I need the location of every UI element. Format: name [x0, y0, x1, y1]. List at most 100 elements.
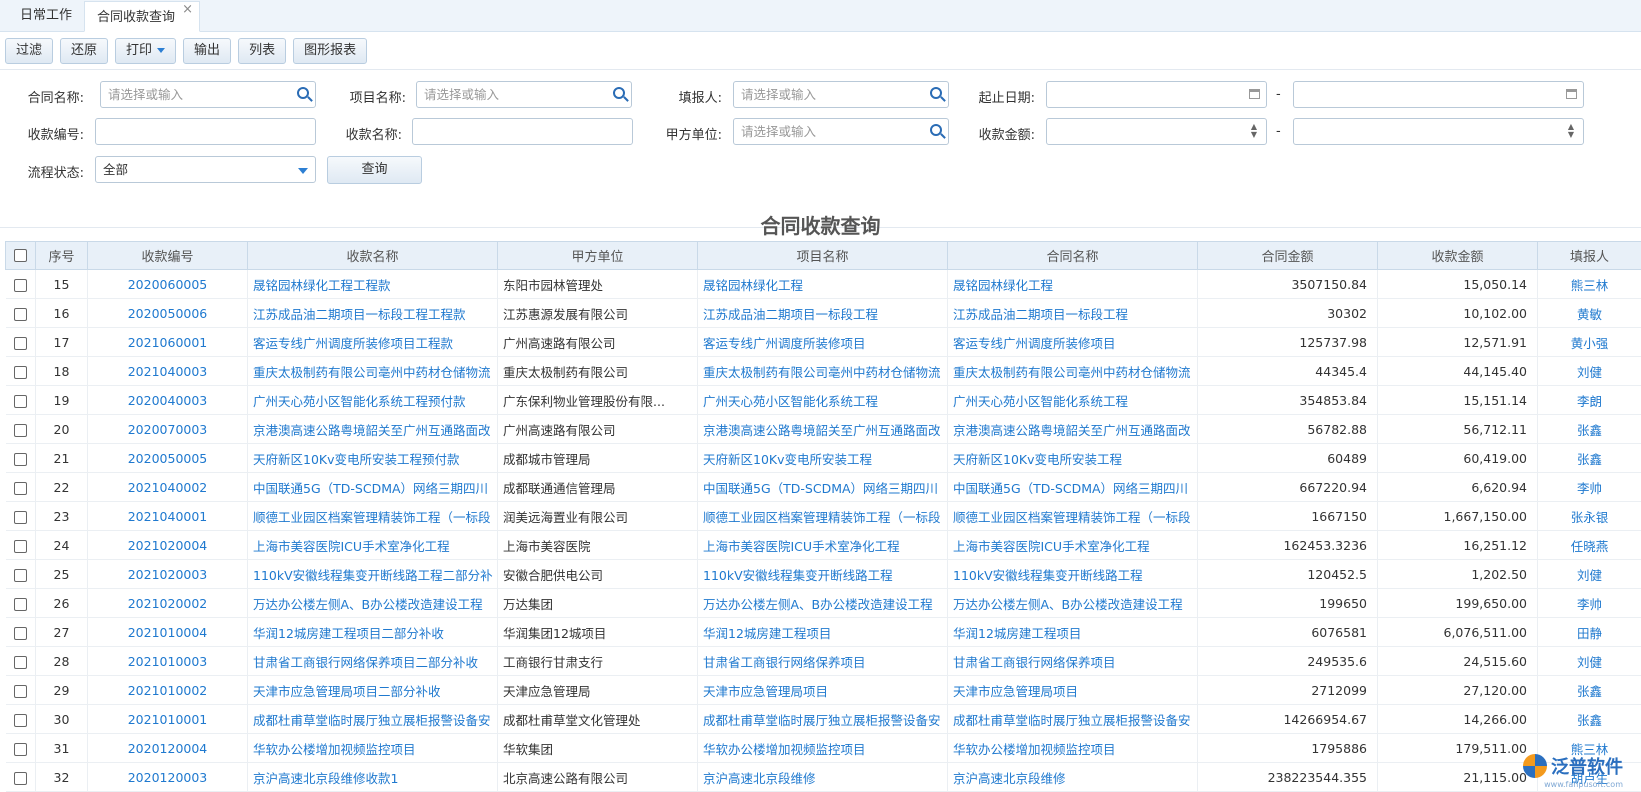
cell-link[interactable]: 华软办公楼增加视频监控项目: [953, 742, 1116, 757]
cell-link[interactable]: 李帅: [1577, 481, 1602, 496]
cell-link[interactable]: 晟铭园林绿化工程: [703, 278, 803, 293]
row-select-cell[interactable]: [6, 357, 36, 386]
column-header[interactable]: 填报人: [1538, 242, 1641, 270]
cell-no[interactable]: 2021010001: [88, 705, 248, 734]
row-select-cell[interactable]: [6, 502, 36, 531]
cell-reporter[interactable]: 李帅: [1538, 473, 1641, 502]
cell-link[interactable]: 重庆太极制药有限公司亳州中药材仓储物流: [703, 365, 941, 380]
cell-link[interactable]: 熊三林: [1571, 278, 1609, 293]
column-header[interactable]: 合同金额: [1198, 242, 1378, 270]
row-checkbox[interactable]: [14, 743, 27, 756]
cell-no[interactable]: 2021040003: [88, 357, 248, 386]
row-select-cell[interactable]: [6, 328, 36, 357]
tab-contract-receipt-query[interactable]: 合同收款查询 ×: [84, 1, 200, 32]
cell-link[interactable]: 2020050005: [128, 451, 208, 466]
cell-link[interactable]: 天津市应急管理局项目: [953, 684, 1078, 699]
table-row[interactable]: 282021010003甘肃省工商银行网络保养项目二部分补收工商银行甘肃支行甘肃…: [6, 647, 1641, 676]
cell-project[interactable]: 江苏成品油二期项目一标段工程: [698, 299, 948, 328]
table-row[interactable]: 302021010001成都杜甫草堂临时展厅独立展柜报警设备安成都杜甫草堂文化管…: [6, 705, 1641, 734]
cell-link[interactable]: 110kV安徽线程集变开断线路工程: [953, 568, 1143, 583]
cell-link[interactable]: 重庆太极制药有限公司亳州中药材仓储物流: [253, 365, 491, 380]
cell-contract[interactable]: 万达办公楼左侧A、B办公楼改造建设工程: [948, 589, 1198, 618]
cell-name[interactable]: 中国联通5G（TD-SCDMA）网络三期四川: [248, 473, 498, 502]
table-row[interactable]: 182021040003重庆太极制药有限公司亳州中药材仓储物流重庆太极制药有限公…: [6, 357, 1641, 386]
row-checkbox[interactable]: [14, 308, 27, 321]
column-header[interactable]: 收款编号: [88, 242, 248, 270]
cell-project[interactable]: 万达办公楼左侧A、B办公楼改造建设工程: [698, 589, 948, 618]
cell-reporter[interactable]: 张鑫: [1538, 705, 1641, 734]
cell-name[interactable]: 客运专线广州调度所装修项目工程款: [248, 328, 498, 357]
cell-link[interactable]: 万达办公楼左侧A、B办公楼改造建设工程: [703, 597, 933, 612]
cell-name[interactable]: 华软办公楼增加视频监控项目: [248, 734, 498, 763]
start-date-input[interactable]: [1046, 81, 1267, 108]
reporter-input[interactable]: 请选择或输入: [733, 81, 949, 108]
table-row[interactable]: 232021040001顺德工业园区档案管理精装饰工程（一标段润美远海置业有限公…: [6, 502, 1641, 531]
cell-link[interactable]: 客运专线广州调度所装修项目工程款: [253, 336, 453, 351]
cell-contract[interactable]: 重庆太极制药有限公司亳州中药材仓储物流: [948, 357, 1198, 386]
cell-link[interactable]: 广州天心苑小区智能化系统工程预付款: [253, 394, 466, 409]
cell-link[interactable]: 2021020003: [128, 567, 208, 582]
cell-contract[interactable]: 华润12城房建工程项目: [948, 618, 1198, 647]
filter-button[interactable]: 过滤: [5, 38, 53, 64]
cell-name[interactable]: 重庆太极制药有限公司亳州中药材仓储物流: [248, 357, 498, 386]
cell-contract[interactable]: 京沪高速北京段维修: [948, 763, 1198, 792]
cell-name[interactable]: 万达办公楼左侧A、B办公楼改造建设工程: [248, 589, 498, 618]
cell-no[interactable]: 2021020003: [88, 560, 248, 589]
cell-project[interactable]: 客运专线广州调度所装修项目: [698, 328, 948, 357]
cell-link[interactable]: 110kV安徽线程集变开断线路工程: [703, 568, 893, 583]
cell-link[interactable]: 万达办公楼左侧A、B办公楼改造建设工程: [953, 597, 1183, 612]
table-row[interactable]: 222021040002中国联通5G（TD-SCDMA）网络三期四川成都联通通信…: [6, 473, 1641, 502]
row-select-cell[interactable]: [6, 618, 36, 647]
chart-report-button[interactable]: 图形报表: [293, 38, 367, 64]
column-header[interactable]: 序号: [36, 242, 88, 270]
cell-name[interactable]: 华润12城房建工程项目二部分补收: [248, 618, 498, 647]
row-checkbox[interactable]: [14, 366, 27, 379]
row-checkbox[interactable]: [14, 569, 27, 582]
calendar-icon[interactable]: [1249, 89, 1260, 99]
cell-link[interactable]: 张鑫: [1577, 713, 1602, 728]
cell-reporter[interactable]: 刘健: [1538, 647, 1641, 676]
row-checkbox[interactable]: [14, 337, 27, 350]
cell-name[interactable]: 成都杜甫草堂临时展厅独立展柜报警设备安: [248, 705, 498, 734]
column-header[interactable]: 收款金额: [1378, 242, 1538, 270]
table-row[interactable]: 252021020003110kV安徽线程集变开断线路工程二部分补安徽合肥供电公…: [6, 560, 1641, 589]
cell-link[interactable]: 2020060005: [128, 277, 208, 292]
cell-link[interactable]: 万达办公楼左侧A、B办公楼改造建设工程: [253, 597, 483, 612]
row-select-cell[interactable]: [6, 589, 36, 618]
cell-link[interactable]: 2020120003: [128, 770, 208, 785]
row-checkbox[interactable]: [14, 714, 27, 727]
table-row[interactable]: 172021060001客运专线广州调度所装修项目工程款广州高速路有限公司客运专…: [6, 328, 1641, 357]
cell-contract[interactable]: 顺德工业园区档案管理精装饰工程（一标段: [948, 502, 1198, 531]
restore-button[interactable]: 还原: [60, 38, 108, 64]
tab-daily-work[interactable]: 日常工作: [8, 0, 84, 31]
cell-contract[interactable]: 华软办公楼增加视频监控项目: [948, 734, 1198, 763]
cell-reporter[interactable]: 张鑫: [1538, 415, 1641, 444]
cell-project[interactable]: 甘肃省工商银行网络保养项目: [698, 647, 948, 676]
cell-link[interactable]: 京港澳高速公路粤境韶关至广州互通路面改: [253, 423, 491, 438]
cell-link[interactable]: 江苏成品油二期项目一标段工程: [703, 307, 878, 322]
cell-name[interactable]: 京沪高速北京段维修收款1: [248, 763, 498, 792]
cell-link[interactable]: 刘健: [1577, 568, 1602, 583]
column-header[interactable]: 收款名称: [248, 242, 498, 270]
status-select[interactable]: 全部: [95, 156, 316, 183]
cell-link[interactable]: 华润12城房建工程项目: [703, 626, 831, 641]
cell-no[interactable]: 2021060001: [88, 328, 248, 357]
cell-link[interactable]: 田静: [1577, 626, 1602, 641]
cell-name[interactable]: 江苏成品油二期项目一标段工程工程款: [248, 299, 498, 328]
cell-no[interactable]: 2021020004: [88, 531, 248, 560]
cell-no[interactable]: 2020120004: [88, 734, 248, 763]
row-select-cell[interactable]: [6, 270, 36, 299]
search-icon[interactable]: [613, 87, 625, 99]
row-checkbox[interactable]: [14, 279, 27, 292]
cell-reporter[interactable]: 李帅: [1538, 589, 1641, 618]
cell-link[interactable]: 华软办公楼增加视频监控项目: [253, 742, 416, 757]
cell-reporter[interactable]: 黄小强: [1538, 328, 1641, 357]
column-header[interactable]: 甲方单位: [498, 242, 698, 270]
cell-link[interactable]: 2021040003: [128, 364, 208, 379]
cell-link[interactable]: 甘肃省工商银行网络保养项目: [953, 655, 1116, 670]
cell-link[interactable]: 2021010001: [128, 712, 208, 727]
cell-link[interactable]: 成都杜甫草堂临时展厅独立展柜报警设备安: [253, 713, 491, 728]
cell-reporter[interactable]: 李朗: [1538, 386, 1641, 415]
cell-link[interactable]: 江苏成品油二期项目一标段工程工程款: [253, 307, 466, 322]
cell-reporter[interactable]: 黄敏: [1538, 299, 1641, 328]
